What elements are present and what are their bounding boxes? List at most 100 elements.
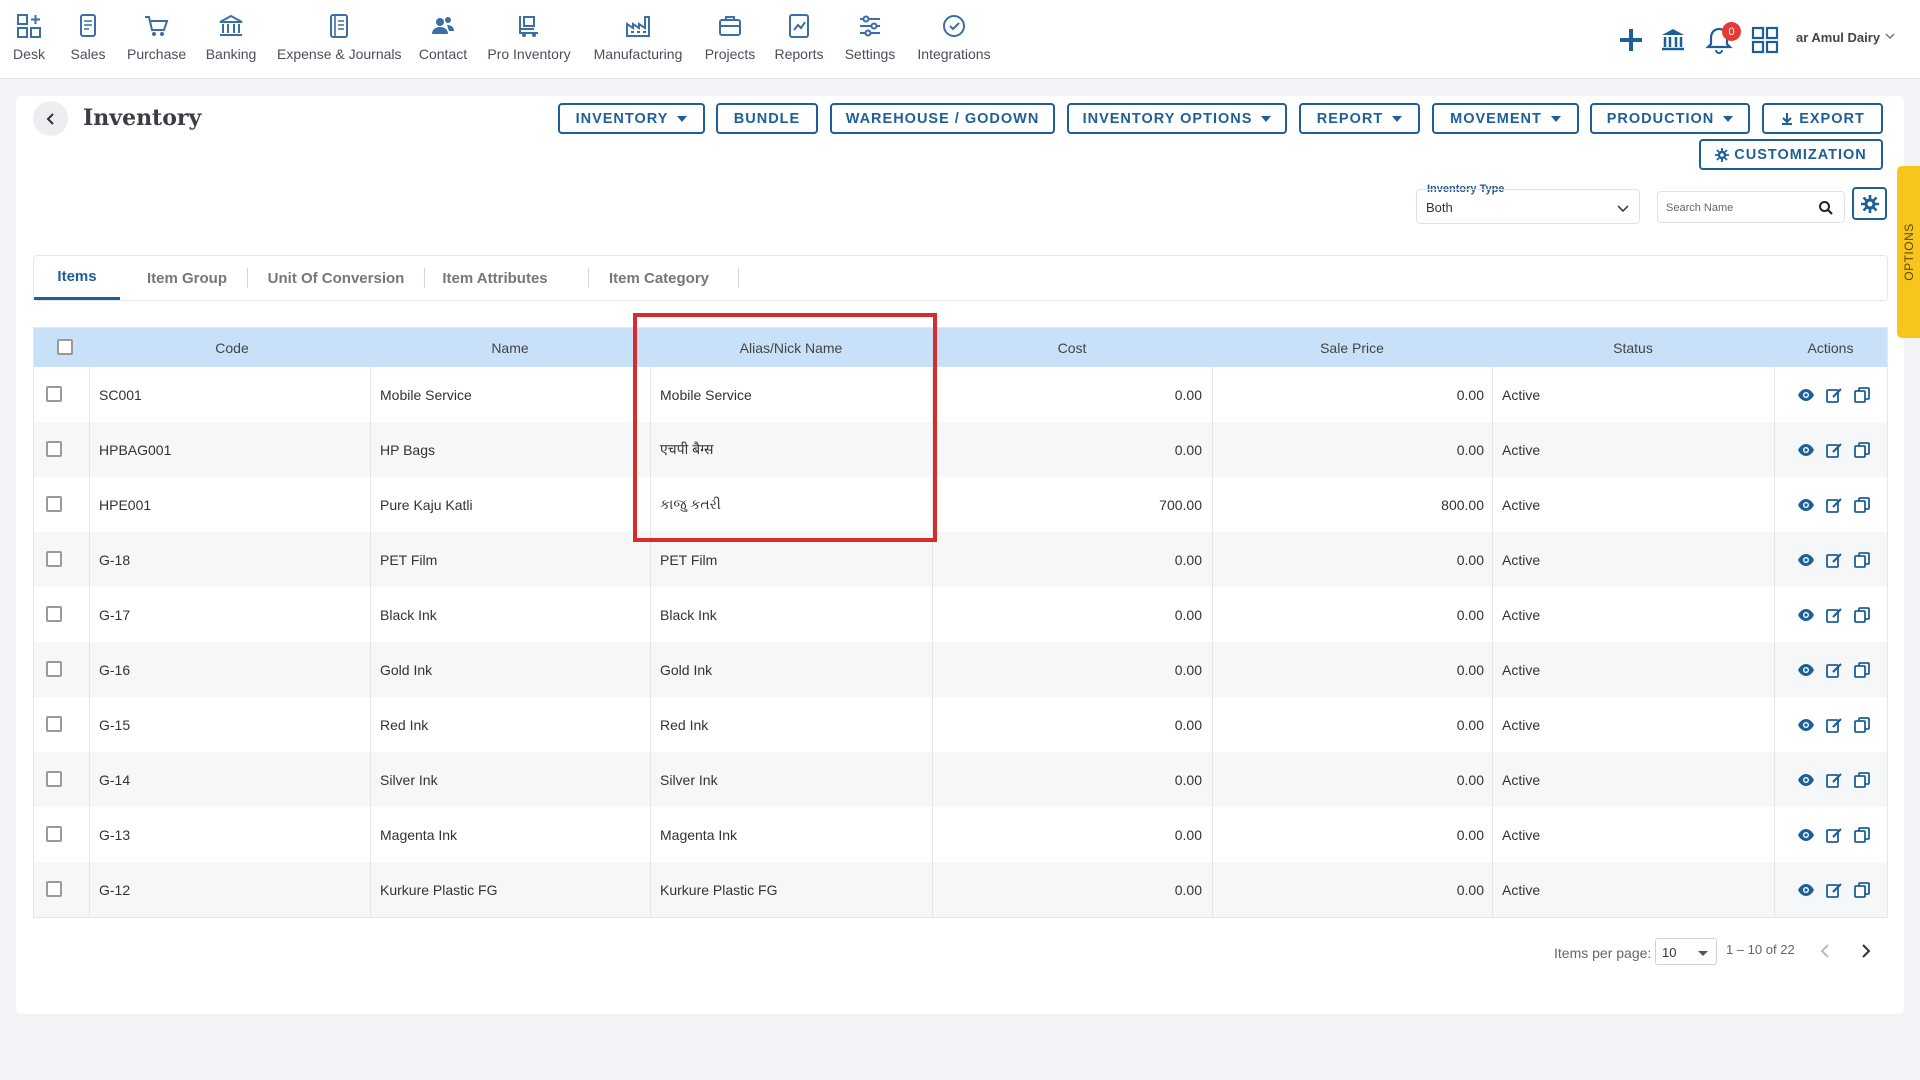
warehouse-godown-button[interactable]: WAREHOUSE / GODOWN [830,103,1055,134]
back-button[interactable] [33,101,68,136]
row-checkbox[interactable] [46,716,62,732]
row-checkbox[interactable] [46,496,62,512]
movement-dropdown-button[interactable]: MOVEMENT [1432,103,1579,134]
table-row[interactable]: HPE001 Pure Kaju Katli કાજુ કતરી 700.00 800.… [34,477,1887,532]
nav-desk[interactable]: Desk [12,12,46,62]
items-per-page-select[interactable]: 10 [1655,938,1717,965]
nav-pro-inventory[interactable]: Pro Inventory [487,12,571,62]
apps-grid-button[interactable] [1748,20,1782,60]
tab-item-category[interactable]: Item Category [594,256,724,300]
tab-unit-of-conversion[interactable]: Unit Of Conversion [255,256,417,300]
row-checkbox[interactable] [46,551,62,567]
options-side-tab[interactable]: OPTIONS [1897,166,1920,338]
edit-icon[interactable] [1825,881,1843,899]
row-checkbox[interactable] [46,826,62,842]
nav-integrations[interactable]: Integrations [915,12,993,62]
inventory-type-select[interactable]: Both [1416,189,1640,224]
view-eye-icon[interactable] [1797,441,1815,459]
copy-icon[interactable] [1853,441,1871,459]
search-icon[interactable] [1818,200,1834,216]
nav-sales[interactable]: Sales [70,12,106,62]
copy-icon[interactable] [1853,716,1871,734]
edit-icon[interactable] [1825,606,1843,624]
view-eye-icon[interactable] [1797,881,1815,899]
add-new-button[interactable] [1614,20,1648,60]
bank-shortcut-button[interactable] [1656,20,1690,60]
view-eye-icon[interactable] [1797,661,1815,679]
inventory-options-dropdown-button[interactable]: INVENTORY OPTIONS [1067,103,1287,134]
chevron-down-icon[interactable] [1884,30,1896,42]
view-eye-icon[interactable] [1797,606,1815,624]
next-page-button[interactable] [1852,938,1878,964]
edit-icon[interactable] [1825,551,1843,569]
table-row[interactable]: G-13 Magenta Ink Magenta Ink 0.00 0.00 Active [34,807,1887,862]
report-dropdown-button[interactable]: REPORT [1299,103,1420,134]
row-checkbox[interactable] [46,606,62,622]
copy-icon[interactable] [1853,386,1871,404]
column-header-cost[interactable]: Cost [932,328,1212,367]
copy-icon[interactable] [1853,881,1871,899]
nav-manufacturing[interactable]: Manufacturing [591,12,685,62]
copy-icon[interactable] [1853,826,1871,844]
table-row[interactable]: SC001 Mobile Service Mobile Service 0.00 0.0… [34,367,1887,422]
copy-icon[interactable] [1853,771,1871,789]
view-eye-icon[interactable] [1797,496,1815,514]
view-eye-icon[interactable] [1797,716,1815,734]
row-checkbox[interactable] [46,386,62,402]
nav-banking[interactable]: Banking [204,12,258,62]
select-all-checkbox[interactable] [57,339,73,355]
edit-icon[interactable] [1825,826,1843,844]
view-eye-icon[interactable] [1797,551,1815,569]
inventory-dropdown-button[interactable]: INVENTORY [558,103,705,134]
tab-item-attributes[interactable]: Item Attributes [430,256,560,300]
table-row[interactable]: G-15 Red Ink Red Ink 0.00 0.00 Active [34,697,1887,752]
tab-divider [424,268,425,288]
table-row[interactable]: G-14 Silver Ink Silver Ink 0.00 0.00 Active [34,752,1887,807]
row-checkbox[interactable] [46,771,62,787]
column-header-code[interactable]: Code [89,328,375,367]
nav-reports[interactable]: Reports [774,12,824,62]
bundle-button[interactable]: BUNDLE [716,103,818,134]
edit-icon[interactable] [1825,441,1843,459]
column-header-status[interactable]: Status [1492,328,1774,367]
row-checkbox[interactable] [46,441,62,457]
edit-icon[interactable] [1825,661,1843,679]
column-header-sale-price[interactable]: Sale Price [1212,328,1492,367]
table-row[interactable]: HPBAG001 HP Bags एचपी बैग्स 0.00 0.00 Active [34,422,1887,477]
nav-settings[interactable]: Settings [844,12,896,62]
row-checkbox[interactable] [46,661,62,677]
copy-icon[interactable] [1853,606,1871,624]
download-icon [1782,112,1793,125]
edit-icon[interactable] [1825,386,1843,404]
export-button[interactable]: EXPORT [1762,103,1883,134]
notifications-button[interactable]: 0 [1702,20,1741,60]
table-settings-button[interactable] [1852,187,1887,220]
table-row[interactable]: G-12 Kurkure Plastic FG Kurkure Plastic FG… [34,862,1887,917]
copy-icon[interactable] [1853,496,1871,514]
cell-status: Active [1502,606,1541,623]
nav-contact[interactable]: Contact [418,12,468,62]
edit-icon[interactable] [1825,771,1843,789]
production-dropdown-button[interactable]: PRODUCTION [1590,103,1750,134]
tab-item-group[interactable]: Item Group [131,256,243,300]
tab-items[interactable]: Items [34,256,120,300]
column-header-name[interactable]: Name [370,328,650,367]
edit-icon[interactable] [1825,496,1843,514]
table-row[interactable]: G-16 Gold Ink Gold Ink 0.00 0.00 Active [34,642,1887,697]
row-checkbox[interactable] [46,881,62,897]
nav-expense-journals[interactable]: Expense & Journals [277,12,402,62]
view-eye-icon[interactable] [1797,771,1815,789]
view-eye-icon[interactable] [1797,386,1815,404]
previous-page-button[interactable] [1813,938,1839,964]
customization-button[interactable]: CUSTOMIZATION [1699,139,1883,170]
nav-purchase[interactable]: Purchase [127,12,186,62]
nav-projects[interactable]: Projects [704,12,756,62]
column-header-alias[interactable]: Alias/Nick Name [650,328,932,367]
view-eye-icon[interactable] [1797,826,1815,844]
copy-icon[interactable] [1853,551,1871,569]
table-row[interactable]: G-17 Black Ink Black Ink 0.00 0.00 Active [34,587,1887,642]
copy-icon[interactable] [1853,661,1871,679]
table-row[interactable]: G-18 PET Film PET Film 0.00 0.00 Active [34,532,1887,587]
edit-icon[interactable] [1825,716,1843,734]
search-input[interactable] [1666,198,1806,218]
